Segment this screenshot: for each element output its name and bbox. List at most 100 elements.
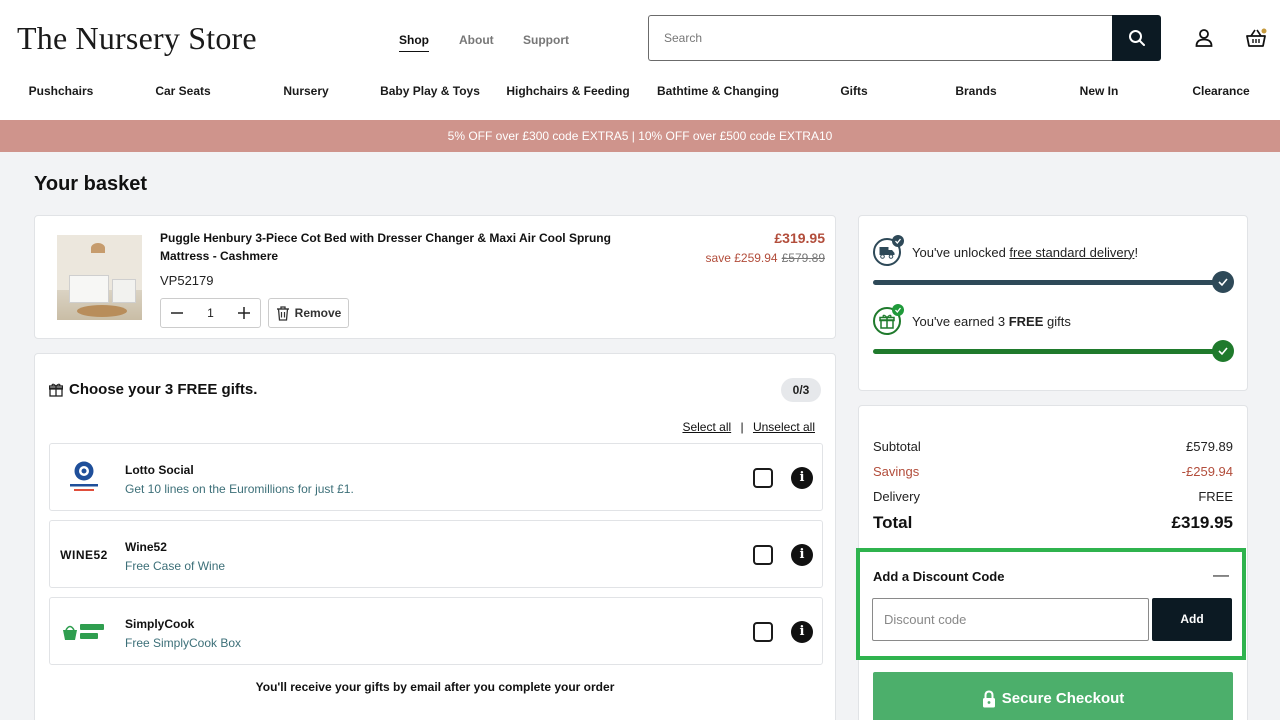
info-icon[interactable]: i (791, 621, 813, 643)
info-icon[interactable]: i (791, 467, 813, 489)
gifts-title: Choose your 3 FREE gifts. (69, 381, 258, 398)
gift-name: SimplyCook (125, 617, 195, 631)
check-icon (892, 235, 904, 247)
discount-title[interactable]: Add a Discount Code (873, 569, 1004, 584)
plus-icon (238, 307, 250, 319)
delivery-truck-icon (873, 235, 904, 266)
discount-code-section: Add a Discount Code — Add (856, 548, 1246, 660)
subtotal-row: Subtotal £579.89 (873, 439, 1233, 454)
gift-count-badge: 0/3 (781, 378, 821, 402)
savings-label: Savings (873, 464, 920, 479)
category-baby-play-toys[interactable]: Baby Play & Toys (380, 84, 480, 98)
savings-row: Savings -£259.94 (873, 464, 1233, 479)
gift-name: Wine52 (125, 540, 167, 554)
remove-button[interactable]: Remove (268, 298, 349, 328)
category-bathtime-changing[interactable]: Bathtime & Changing (657, 84, 779, 98)
gift-option[interactable]: SimplyCook Free SimplyCook Box i (49, 597, 823, 665)
simplycook-logo (60, 612, 108, 652)
category-car-seats[interactable]: Car Seats (155, 84, 210, 98)
gift-description: Free Case of Wine (125, 559, 226, 573)
savings-value: -£259.94 (1181, 464, 1233, 479)
subtotal-label: Subtotal (873, 439, 921, 454)
account-icon[interactable] (1192, 26, 1216, 50)
check-icon (892, 304, 904, 316)
delivery-value: FREE (1198, 489, 1233, 504)
checkout-label: Secure Checkout (1001, 690, 1125, 707)
secure-checkout-button[interactable]: Secure Checkout (873, 672, 1233, 720)
free-delivery-link[interactable]: free standard delivery (1009, 245, 1134, 260)
delivery-message: You've unlocked free standard delivery! (912, 244, 1139, 260)
gift-checkbox[interactable] (753, 545, 773, 565)
basket-item: Puggle Henbury 3-Piece Cot Bed with Dres… (34, 215, 836, 339)
gift-option[interactable]: Lotto Social Get 10 lines on the Euromil… (49, 443, 823, 511)
select-links: Select all | Unselect all (682, 420, 815, 434)
product-name[interactable]: Puggle Henbury 3-Piece Cot Bed with Dres… (160, 229, 660, 265)
collapse-icon[interactable]: — (1213, 567, 1229, 585)
gift-checkbox[interactable] (753, 468, 773, 488)
category-nursery[interactable]: Nursery (283, 84, 328, 98)
apply-discount-button[interactable]: Add (1152, 598, 1232, 641)
store-logo[interactable]: The Nursery Store (17, 20, 257, 57)
gifts-progress-bar (873, 349, 1223, 354)
category-new-in[interactable]: New In (1080, 84, 1119, 98)
quantity-stepper: 1 (160, 298, 261, 328)
gift-description: Get 10 lines on the Euromillions for jus… (125, 482, 354, 496)
gifts-progress-row: You've earned 3 FREE gifts (873, 304, 1071, 335)
product-image[interactable] (57, 235, 142, 320)
gift-name: Lotto Social (125, 463, 194, 477)
increase-button[interactable] (236, 305, 252, 321)
total-value: £319.95 (1171, 513, 1233, 532)
select-all-link[interactable]: Select all (682, 420, 731, 434)
page-title: Your basket (34, 173, 147, 195)
link-separator: | (740, 420, 744, 434)
category-gifts[interactable]: Gifts (840, 84, 867, 98)
category-pushchairs[interactable]: Pushchairs (29, 84, 94, 98)
category-clearance[interactable]: Clearance (1192, 84, 1249, 98)
save-label: save £259.94 (705, 251, 778, 265)
decrease-button[interactable] (169, 305, 185, 321)
search-input[interactable] (648, 15, 1114, 61)
gifts-message: You've earned 3 FREE gifts (912, 313, 1071, 329)
product-sku: VP52179 (160, 273, 214, 288)
was-price: £579.89 (781, 251, 825, 265)
discount-code-input[interactable] (872, 598, 1149, 641)
free-gifts-panel: Choose your 3 FREE gifts. 0/3 Select all… (34, 353, 836, 720)
category-highchairs-feeding[interactable]: Highchairs & Feeding (506, 84, 629, 98)
gift-icon (49, 383, 63, 397)
delivery-progress-row: You've unlocked free standard delivery! (873, 235, 1139, 266)
product-price: £319.95 (774, 230, 825, 246)
topnav-support[interactable]: Support (523, 33, 569, 47)
total-label: Total (873, 513, 913, 532)
search-icon (1128, 30, 1145, 46)
check-circle-icon (1212, 271, 1234, 293)
remove-label: Remove (294, 306, 342, 320)
quantity-value[interactable]: 1 (207, 306, 214, 320)
total-row: Total £319.95 (873, 513, 1233, 533)
gifts-heading: Choose your 3 FREE gifts. (49, 381, 257, 398)
lotto-social-logo (60, 458, 108, 498)
gift-description: Free SimplyCook Box (125, 636, 242, 650)
gift-email-note: You'll receive your gifts by email after… (255, 680, 615, 694)
delivery-progress-bar (873, 280, 1223, 285)
product-savings: save £259.94 £579.89 (706, 251, 825, 265)
site-header: The Nursery Store Shop About Support Pus… (0, 0, 1280, 120)
topnav-about[interactable]: About (459, 33, 494, 47)
topnav-shop[interactable]: Shop (399, 33, 429, 52)
basket-icon[interactable] (1244, 26, 1268, 50)
gift-box-icon (873, 304, 904, 335)
minus-icon (171, 312, 183, 314)
gift-option[interactable]: WINE52 Wine52 Free Case of Wine i (49, 520, 823, 588)
trash-icon (276, 305, 289, 321)
check-circle-icon (1212, 340, 1234, 362)
wine52-logo: WINE52 (60, 548, 108, 562)
gift-checkbox[interactable] (753, 622, 773, 642)
search-button[interactable] (1112, 15, 1161, 61)
unselect-all-link[interactable]: Unselect all (753, 420, 815, 434)
delivery-label: Delivery (873, 489, 920, 504)
info-icon[interactable]: i (791, 544, 813, 566)
rewards-progress: You've unlocked free standard delivery! … (858, 215, 1248, 391)
lock-icon (982, 690, 995, 708)
category-brands[interactable]: Brands (955, 84, 996, 98)
delivery-row: Delivery FREE (873, 489, 1233, 504)
subtotal-value: £579.89 (1186, 439, 1233, 454)
